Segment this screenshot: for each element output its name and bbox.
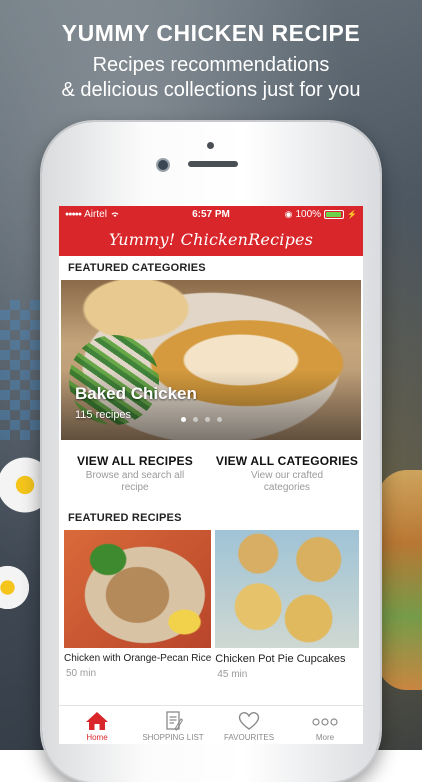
heart-icon <box>238 712 260 730</box>
recipe-image <box>215 530 359 648</box>
featured-recipes-list: Chicken with Orange-Pecan Rice 50 min Ch… <box>59 530 363 680</box>
view-all-categories-title: VIEW ALL CATEGORIES <box>215 454 359 468</box>
view-all-recipes-button[interactable]: VIEW ALL RECIPES Browse and search all r… <box>59 454 211 494</box>
earpiece-speaker <box>188 161 238 167</box>
view-all-categories-button[interactable]: VIEW ALL CATEGORIES View our crafted cat… <box>211 454 363 494</box>
carousel-dots <box>181 417 222 422</box>
featured-categories-heading: FEATURED CATEGORIES <box>68 262 206 274</box>
home-icon <box>86 712 108 730</box>
promo-subline-2: & delicious collections just for you <box>61 79 361 101</box>
featured-recipes-heading: FEATURED RECIPES <box>68 512 182 524</box>
recipe-time: 50 min <box>66 668 97 679</box>
recipe-image <box>64 530 212 648</box>
carousel-dot[interactable] <box>193 417 198 422</box>
tab-favourites[interactable]: FAVOURITES <box>211 706 287 744</box>
carousel-dot[interactable] <box>205 417 210 422</box>
tab-shopping-list-label: SHOPPING LIST <box>142 733 204 742</box>
more-icon <box>312 718 338 726</box>
tab-bar: Home SHOPPING LIST FAVOURITES More <box>59 705 363 744</box>
app-title: Yummy! ChickenRecipes <box>59 222 363 256</box>
category-name: Baked Chicken <box>75 384 197 403</box>
view-all-categories-desc: View our crafted categories <box>250 470 324 493</box>
recipe-time: 45 min <box>217 669 248 680</box>
promo-subline: Recipes recommendations & delicious coll… <box>0 53 422 103</box>
view-all-recipes-desc: Browse and search all recipe <box>85 470 185 493</box>
status-bar: ●●●●● Airtel 6:57 PM ◉ 100% ⚡ <box>59 206 363 222</box>
carousel-dot[interactable] <box>217 417 222 422</box>
recipe-card[interactable]: Chicken with Orange-Pecan Rice 50 min <box>64 530 212 680</box>
battery-icon <box>324 209 345 219</box>
quick-links: VIEW ALL RECIPES Browse and search all r… <box>59 454 363 494</box>
app-screen: ●●●●● Airtel 6:57 PM ◉ 100% ⚡ Yummy! Chi… <box>59 206 363 744</box>
tab-home-label: Home <box>86 733 108 742</box>
hero-shade <box>61 370 361 440</box>
front-camera <box>156 158 170 172</box>
tab-more-label: More <box>315 733 335 742</box>
view-all-recipes-title: VIEW ALL RECIPES <box>77 454 193 468</box>
category-recipe-count: 115 recipes <box>75 409 132 421</box>
side-food <box>377 470 422 690</box>
category-hero-card[interactable]: Baked Chicken 115 recipes <box>61 280 361 440</box>
promo-subline-1: Recipes recommendations <box>92 54 330 76</box>
status-time: 6:57 PM <box>192 208 230 220</box>
recipe-card[interactable]: Chicken Pot Pie Cupcakes 45 min <box>215 530 359 680</box>
daisy-flower <box>0 560 35 615</box>
proximity-sensor <box>207 142 214 149</box>
tab-more[interactable]: More <box>287 706 363 744</box>
carousel-dot[interactable] <box>181 417 186 422</box>
tab-home[interactable]: Home <box>59 706 135 744</box>
shopping-list-icon <box>166 711 184 731</box>
tab-shopping-list[interactable]: SHOPPING LIST <box>135 706 211 744</box>
promo-headline: YUMMY CHICKEN RECIPE <box>61 20 361 46</box>
recipe-title: Chicken Pot Pie Cupcakes <box>215 653 346 665</box>
tab-favourites-label: FAVOURITES <box>223 733 275 742</box>
recipe-title: Chicken with Orange-Pecan Rice <box>64 653 212 664</box>
